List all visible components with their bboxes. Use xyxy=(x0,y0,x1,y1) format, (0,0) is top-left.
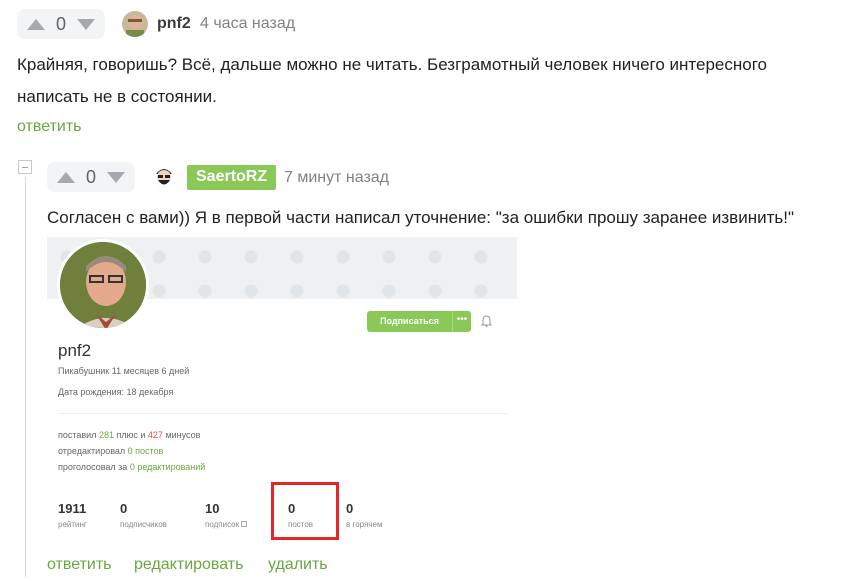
reply-button[interactable]: ответить xyxy=(17,118,82,136)
avatar[interactable] xyxy=(151,164,177,190)
rating-widget: 0 xyxy=(47,162,135,192)
stat-rating: 1911 рейтинг xyxy=(58,501,87,529)
bell-icon[interactable] xyxy=(481,315,492,327)
comment-text: Крайняя, говоришь? Всё, дальше можно не … xyxy=(17,55,767,106)
external-link-icon xyxy=(241,521,248,527)
profile-birthday: Дата рождения: 18 декабря xyxy=(58,387,174,397)
more-options-button[interactable]: ••• xyxy=(452,311,471,332)
attached-screenshot[interactable]: Подписаться ••• pnf2 Пикабушник 11 месяц… xyxy=(47,237,517,547)
downvote-arrow-icon[interactable] xyxy=(107,171,125,183)
user-avatar-icon xyxy=(151,164,177,190)
comment-text: Согласен с вами)) Я в первой части напис… xyxy=(47,208,794,227)
comment-author[interactable]: SaertoRZ xyxy=(187,165,277,190)
user-avatar-icon xyxy=(122,11,148,37)
highlight-box xyxy=(271,482,339,540)
edit-button[interactable]: редактировать xyxy=(134,556,243,574)
divider xyxy=(58,413,508,414)
collapse-thread-button[interactable] xyxy=(18,160,32,174)
avatar[interactable] xyxy=(122,11,148,37)
thread-line[interactable] xyxy=(25,177,26,577)
downvote-arrow-icon[interactable] xyxy=(77,18,95,30)
profile-name: pnf2 xyxy=(58,341,92,360)
stat-subscribers[interactable]: 0 подписчиков xyxy=(120,501,167,529)
reply-button[interactable]: ответить xyxy=(47,556,112,574)
comment-author[interactable]: pnf2 xyxy=(157,15,191,33)
profile-votes: поставил 281 плюс и 427 минусов xyxy=(58,430,201,440)
stat-hot[interactable]: 0 в горячем xyxy=(346,501,382,529)
rating-score: 0 xyxy=(55,13,66,34)
rating-widget: 0 xyxy=(17,9,105,39)
profile-voted-edits: проголосовал за 0 редактирований xyxy=(58,462,206,472)
subscribe-button[interactable]: Подписаться ••• xyxy=(367,311,471,332)
profile-photo-icon xyxy=(60,242,146,328)
upvote-arrow-icon[interactable] xyxy=(57,171,75,183)
profile-avatar xyxy=(57,239,149,331)
comment-time[interactable]: 4 часа назад xyxy=(200,15,295,33)
delete-button[interactable]: удалить xyxy=(268,556,328,574)
stat-subscriptions[interactable]: 10 подписок xyxy=(205,501,248,529)
profile-tenure: Пикабушник 11 месяцев 6 дней xyxy=(58,366,190,376)
rating-score: 0 xyxy=(85,166,96,187)
comment-time[interactable]: 7 минут назад xyxy=(284,169,389,187)
upvote-arrow-icon[interactable] xyxy=(27,18,45,30)
profile-edited: отредактировал 0 постов xyxy=(58,446,164,456)
